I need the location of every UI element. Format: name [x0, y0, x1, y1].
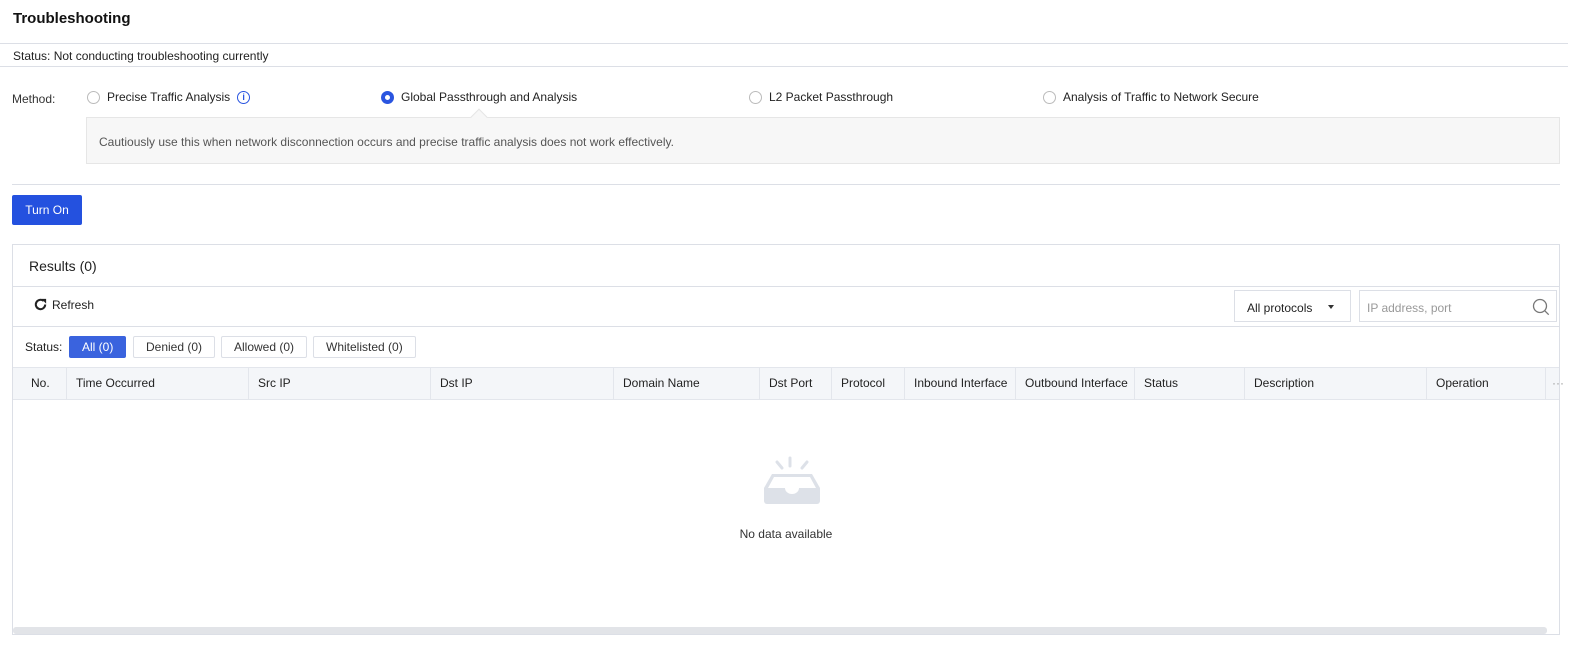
- col-time-occurred[interactable]: Time Occurred: [67, 368, 249, 399]
- radio-precise-traffic-analysis[interactable]: Precise Traffic Analysis i: [87, 90, 251, 104]
- filter-whitelisted[interactable]: Whitelisted (0): [313, 336, 416, 358]
- method-tip: Cautiously use this when network disconn…: [86, 117, 1560, 164]
- col-no[interactable]: No.: [13, 368, 67, 399]
- results-title: Results (0): [29, 258, 97, 274]
- info-icon[interactable]: i: [237, 90, 251, 104]
- col-outbound-interface[interactable]: Outbound Interface: [1016, 368, 1135, 399]
- filter-denied[interactable]: Denied (0): [133, 336, 216, 358]
- page-title: Troubleshooting: [13, 10, 131, 27]
- search-icon[interactable]: [1532, 298, 1550, 316]
- horizontal-scrollbar[interactable]: [13, 627, 1547, 634]
- col-dst-port[interactable]: Dst Port: [760, 368, 832, 399]
- divider: [13, 286, 1559, 287]
- method-label: Method:: [12, 92, 56, 106]
- divider: [13, 326, 1559, 327]
- caret-down-icon: [1328, 305, 1334, 309]
- refresh-label: Refresh: [52, 297, 95, 312]
- radio-global-passthrough[interactable]: Global Passthrough and Analysis: [381, 90, 577, 104]
- radio-label: Analysis of Traffic to Network Secure: [1063, 90, 1259, 104]
- protocol-value: All protocols: [1247, 301, 1313, 315]
- col-src-ip[interactable]: Src IP: [249, 368, 431, 399]
- col-description[interactable]: Description: [1245, 368, 1427, 399]
- filter-allowed[interactable]: Allowed (0): [221, 336, 308, 358]
- col-inbound-interface[interactable]: Inbound Interface: [905, 368, 1016, 399]
- radio-circle[interactable]: [1043, 90, 1056, 104]
- empty-inbox-icon: [764, 456, 820, 504]
- radio-label: Global Passthrough and Analysis: [401, 90, 578, 104]
- column-settings-button[interactable]: ···: [1546, 368, 1564, 399]
- col-domain-name[interactable]: Domain Name: [614, 368, 760, 399]
- col-dst-ip[interactable]: Dst IP: [431, 368, 614, 399]
- col-status[interactable]: Status: [1135, 368, 1245, 399]
- empty-state-text: No data available: [739, 527, 833, 541]
- divider: [0, 66, 1568, 67]
- troubleshooting-status: Status: Not conducting troubleshooting c…: [13, 49, 269, 63]
- radio-label: Precise Traffic Analysis: [107, 90, 231, 104]
- divider: [0, 43, 1568, 44]
- protocol-select[interactable]: All protocols: [1234, 290, 1351, 322]
- col-operation[interactable]: Operation: [1427, 368, 1546, 399]
- turn-on-button[interactable]: Turn On: [12, 195, 82, 225]
- radio-circle[interactable]: [749, 90, 762, 104]
- divider: [12, 184, 1560, 185]
- radio-circle[interactable]: [87, 90, 100, 104]
- radio-analysis-network-secure[interactable]: Analysis of Traffic to Network Secure: [1043, 90, 1259, 104]
- radio-l2-packet-passthrough[interactable]: L2 Packet Passthrough: [749, 90, 893, 104]
- radio-label: L2 Packet Passthrough: [769, 90, 894, 104]
- search-placeholder: IP address, port: [1367, 301, 1452, 315]
- refresh-icon: [34, 298, 47, 311]
- table-header: No. Time Occurred Src IP Dst IP Domain N…: [13, 367, 1564, 400]
- filter-all[interactable]: All (0): [69, 336, 127, 358]
- search-input[interactable]: IP address, port: [1359, 290, 1557, 322]
- refresh-button[interactable]: Refresh: [33, 297, 94, 312]
- status-filter-label: Status:: [25, 340, 63, 354]
- col-protocol[interactable]: Protocol: [832, 368, 905, 399]
- radio-circle[interactable]: [381, 90, 394, 104]
